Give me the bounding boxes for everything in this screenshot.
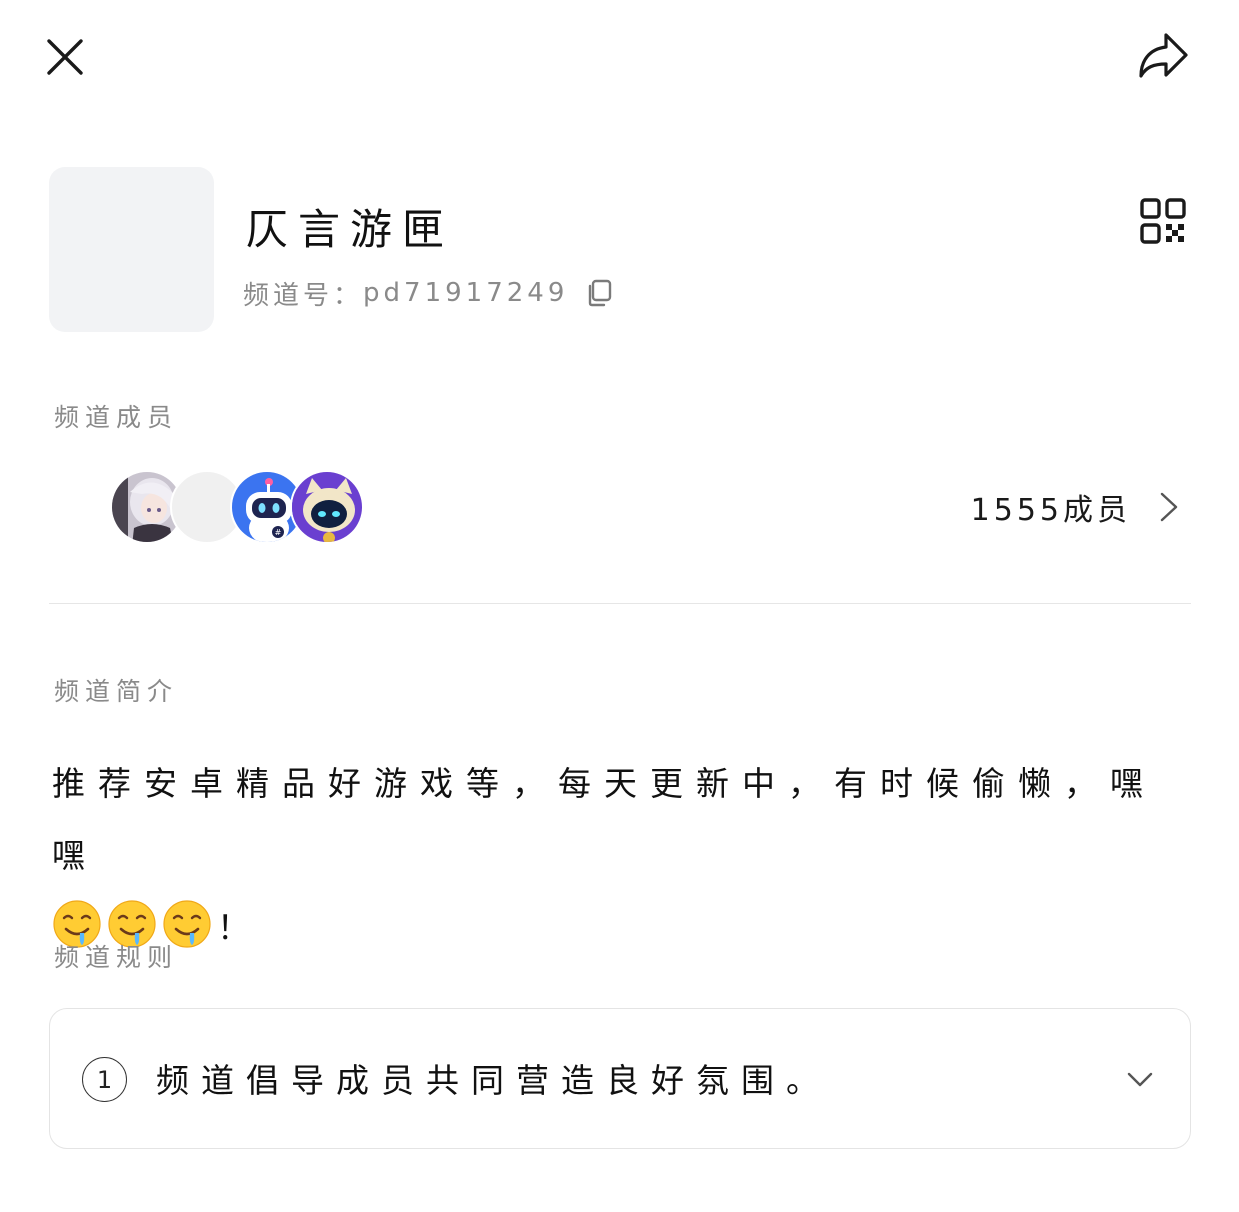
svg-text:#: #: [275, 528, 282, 537]
channel-intro: 推荐安卓精品好游戏等，每天更新中，有时候偷懒，嘿嘿 ！: [52, 748, 1182, 964]
channel-id-row: 频道号： pd71917249: [243, 272, 614, 314]
intro-text: 推荐安卓精品好游戏等，每天更新中，有时候偷懒，嘿嘿: [52, 764, 1156, 875]
channel-name: 仄言游匣: [246, 205, 455, 254]
members-section-title: 频道成员: [54, 403, 179, 432]
member-count-link[interactable]: 1555成员: [971, 484, 1181, 530]
close-icon[interactable]: [42, 34, 88, 80]
rule-card[interactable]: 1 频道倡导成员共同营造良好氛围。: [49, 1008, 1191, 1149]
member-avatar-stack[interactable]: #: [110, 470, 370, 544]
copy-icon[interactable]: [584, 278, 614, 308]
channel-id-label: 频道号：: [243, 280, 364, 311]
intro-suffix: ！: [217, 908, 263, 947]
channel-id-value: pd71917249: [363, 278, 569, 308]
channel-profile-page: 仄言游匣 频道号： pd71917249 频道成员 # 1555成员 频道简介 …: [0, 0, 1239, 1212]
chevron-down-icon[interactable]: [1126, 1065, 1154, 1093]
intro-section-title: 频道简介: [54, 677, 179, 706]
rule-number-badge: 1: [82, 1057, 127, 1102]
member-count: 1555成员: [970, 493, 1131, 528]
member-avatar: [290, 470, 364, 544]
divider: [49, 603, 1191, 604]
rule-text: 频道倡导成员共同营造良好氛围。: [156, 1061, 831, 1100]
rules-section-title: 频道规则: [54, 943, 179, 972]
share-forward-icon[interactable]: [1134, 28, 1192, 86]
cat-robot-avatar-icon: [292, 472, 362, 542]
chevron-right-icon: [1160, 492, 1178, 522]
qr-code-icon[interactable]: [1138, 196, 1188, 246]
channel-avatar[interactable]: [49, 167, 214, 332]
